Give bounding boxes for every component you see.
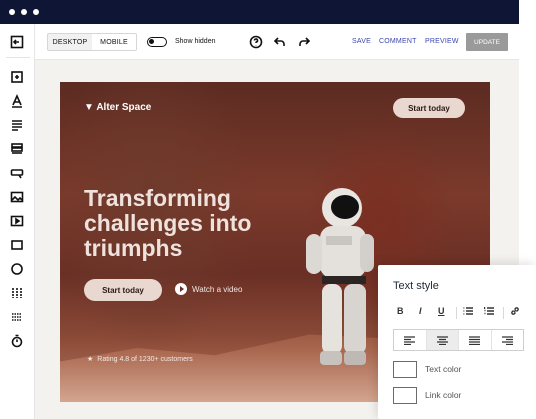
toolbar-separator xyxy=(503,307,504,319)
window-dot-1[interactable] xyxy=(9,9,15,15)
preview-button[interactable]: PREVIEW xyxy=(425,38,459,45)
paragraph-icon[interactable] xyxy=(8,116,26,134)
italic-button[interactable]: I xyxy=(419,306,422,316)
update-button[interactable]: UPDATE xyxy=(466,33,508,51)
watch-video-label: Watch a video xyxy=(192,284,243,294)
text-color-label: Text color xyxy=(425,364,462,374)
top-toolbar: DESKTOP MOBILE Show hidden SAVE COMMENT … xyxy=(35,24,519,60)
circle-icon[interactable] xyxy=(8,260,26,278)
window-dot-3[interactable] xyxy=(33,9,39,15)
play-icon xyxy=(175,283,187,295)
rating-label: Rating 4.8 of 1230+ customers xyxy=(97,355,193,363)
exit-icon[interactable] xyxy=(8,33,26,51)
list-icon[interactable] xyxy=(8,140,26,158)
align-right-icon xyxy=(501,335,513,345)
text-style-panel: Text style B I U Text color Link color xyxy=(378,265,536,419)
toolbar-separator xyxy=(456,307,457,319)
save-button[interactable]: SAVE xyxy=(352,38,371,45)
image-icon[interactable] xyxy=(8,188,26,206)
link-color-label: Link color xyxy=(425,390,462,400)
brand-name: Alter Space xyxy=(96,102,152,113)
undo-icon[interactable] xyxy=(273,35,287,49)
button-icon[interactable] xyxy=(8,164,26,182)
align-justify-icon xyxy=(469,335,481,345)
align-left-icon xyxy=(404,335,416,345)
link-icon[interactable] xyxy=(510,306,520,318)
show-hidden-label: Show hidden xyxy=(175,38,216,45)
panel-title: Text style xyxy=(393,280,439,292)
link-color-swatch[interactable] xyxy=(393,387,417,404)
start-today-button[interactable]: Start today xyxy=(84,279,162,301)
underline-button[interactable]: U xyxy=(438,306,445,316)
hero-headline[interactable]: Transforming challenges into triumphs xyxy=(84,186,284,261)
redo-icon[interactable] xyxy=(297,35,311,49)
bold-button[interactable]: B xyxy=(397,306,404,316)
align-center-icon xyxy=(436,335,448,345)
header-start-button[interactable]: Start today xyxy=(393,98,465,118)
window-dot-2[interactable] xyxy=(21,9,27,15)
divider-icon[interactable] xyxy=(8,308,26,326)
desktop-view-button[interactable]: DESKTOP xyxy=(48,34,92,50)
tool-sidebar xyxy=(0,24,35,419)
mobile-view-button[interactable]: MOBILE xyxy=(92,34,136,50)
view-mode-switch: DESKTOP MOBILE xyxy=(47,33,137,51)
text-color-swatch[interactable] xyxy=(393,361,417,378)
columns-icon[interactable] xyxy=(8,284,26,302)
show-hidden-toggle[interactable] xyxy=(147,37,167,47)
window-titlebar xyxy=(0,0,519,24)
video-icon[interactable] xyxy=(8,212,26,230)
bullet-list-icon[interactable] xyxy=(463,306,473,318)
align-justify-button[interactable] xyxy=(459,330,492,350)
text-icon[interactable] xyxy=(8,92,26,110)
align-right-button[interactable] xyxy=(492,330,524,350)
star-icon: ★ xyxy=(87,356,94,363)
editor-window: DESKTOP MOBILE Show hidden SAVE COMMENT … xyxy=(0,0,536,419)
sidebar-divider xyxy=(6,57,30,58)
rating-text: ★ Rating 4.8 of 1230+ customers xyxy=(87,355,193,364)
numbered-list-icon[interactable] xyxy=(483,306,494,318)
comment-button[interactable]: COMMENT xyxy=(379,38,417,45)
alignment-group xyxy=(393,329,524,351)
timer-icon[interactable] xyxy=(8,332,26,350)
align-left-button[interactable] xyxy=(394,330,427,350)
align-center-button[interactable] xyxy=(426,330,459,350)
box-icon[interactable] xyxy=(8,236,26,254)
brand-mark-icon: ▼ xyxy=(84,102,94,113)
brand-logo[interactable]: ▼ Alter Space xyxy=(84,102,151,113)
help-icon[interactable] xyxy=(249,35,263,49)
section-icon[interactable] xyxy=(8,68,26,86)
watch-video-link[interactable]: Watch a video xyxy=(175,283,242,295)
